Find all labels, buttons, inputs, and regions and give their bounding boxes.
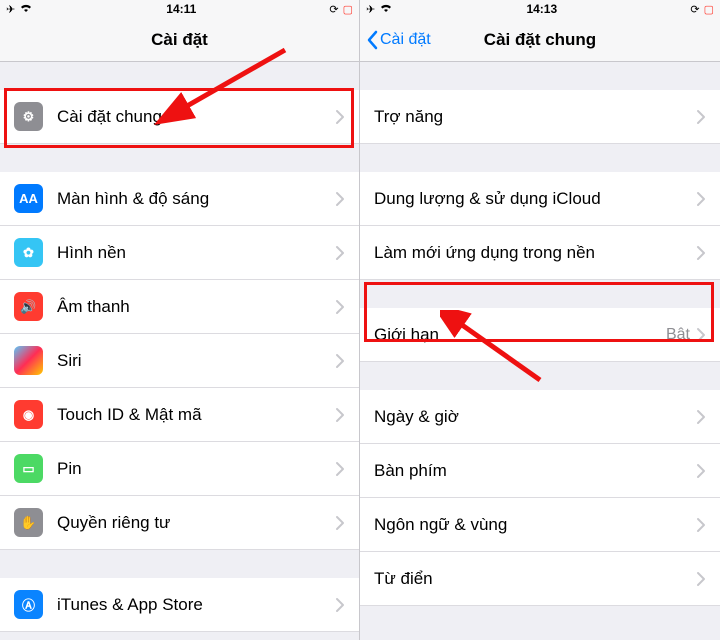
nav-bar: Cài đặt <box>0 18 359 62</box>
row-label: iTunes & App Store <box>57 595 335 615</box>
row-value: Bật <box>666 326 690 344</box>
section-gap <box>360 362 720 390</box>
pin-icon: ▭ <box>14 454 43 483</box>
general-row-language[interactable]: Ngôn ngữ & vùng <box>360 498 720 552</box>
row-label: Siri <box>57 351 335 371</box>
row-label: Hình nền <box>57 243 335 263</box>
general-list[interactable]: Trợ năng Dung lượng & sử dụng iCloud Làm m… <box>360 62 720 640</box>
section-gap <box>0 550 359 578</box>
siri-icon <box>14 346 43 375</box>
settings-row-general[interactable]: ⚙︎ Cài đặt chung <box>0 90 359 144</box>
general-row-storage[interactable]: Dung lượng & sử dụng iCloud <box>360 172 720 226</box>
chevron-right-icon <box>335 191 345 207</box>
chevron-right-icon <box>696 245 706 261</box>
row-label: Trợ năng <box>374 107 696 127</box>
section-gap <box>360 62 720 90</box>
settings-row-touchid[interactable]: ◉ Touch ID & Mật mã <box>0 388 359 442</box>
touchid-icon: ◉ <box>14 400 43 429</box>
wifi-icon <box>19 3 33 16</box>
chevron-right-icon <box>696 463 706 479</box>
general-settings-screen: ✈︎ 14:13 ⟳ ▢ Cài đặt Cài đặt chung Trợ n… <box>360 0 720 640</box>
back-button[interactable]: Cài đặt <box>360 30 431 50</box>
status-left: ✈︎ <box>6 3 33 16</box>
general-row-dictionary[interactable]: Từ điển <box>360 552 720 606</box>
general-row-datetime[interactable]: Ngày & giờ <box>360 390 720 444</box>
status-left: ✈︎ <box>366 3 393 16</box>
chevron-right-icon <box>335 353 345 369</box>
sound-icon: 🔊 <box>14 292 43 321</box>
appstore-icon: Ⓐ <box>14 590 43 619</box>
status-time: 14:13 <box>393 2 690 16</box>
chevron-left-icon <box>366 30 378 50</box>
chevron-right-icon <box>335 461 345 477</box>
general-row-accessibility[interactable]: Trợ năng <box>360 90 720 144</box>
chevron-right-icon <box>696 409 706 425</box>
row-label: Màn hình & độ sáng <box>57 189 335 209</box>
row-label: Cài đặt chung <box>57 107 335 127</box>
settings-list[interactable]: ⚙︎ Cài đặt chung AA Màn hình & độ sáng ✿ Hình… <box>0 62 359 640</box>
row-label: Pin <box>57 459 335 479</box>
page-title: Cài đặt <box>0 30 359 50</box>
privacy-icon: ✋ <box>14 508 43 537</box>
row-label: Âm thanh <box>57 297 335 317</box>
row-label: Bàn phím <box>374 461 696 481</box>
display-icon: AA <box>14 184 43 213</box>
status-bar: ✈︎ 14:11 ⟳ ▢ <box>0 0 359 18</box>
settings-row-appstore[interactable]: ⒶiTunes & App Store <box>0 578 359 632</box>
row-label: Làm mới ứng dụng trong nền <box>374 243 696 263</box>
chevron-right-icon <box>696 571 706 587</box>
settings-row-wallpaper[interactable]: ✿ Hình nền <box>0 226 359 280</box>
chevron-right-icon <box>696 109 706 125</box>
settings-row-privacy[interactable]: ✋ Quyền riêng tư <box>0 496 359 550</box>
general-row-bgrefresh[interactable]: Làm mới ứng dụng trong nền <box>360 226 720 280</box>
settings-row-sound[interactable]: 🔊 Âm thanh <box>0 280 359 334</box>
section-gap <box>0 144 359 172</box>
chevron-right-icon <box>335 597 345 613</box>
settings-row-display[interactable]: AA Màn hình & độ sáng <box>0 172 359 226</box>
back-label: Cài đặt <box>380 31 431 49</box>
wifi-icon <box>379 3 393 16</box>
chevron-right-icon <box>696 517 706 533</box>
battery-low-icon: ▢ <box>704 3 714 16</box>
settings-row-siri[interactable]: Siri <box>0 334 359 388</box>
section-gap <box>0 62 359 90</box>
chevron-right-icon <box>335 109 345 125</box>
row-label: Ngôn ngữ & vùng <box>374 515 696 535</box>
settings-screen: ✈︎ 14:11 ⟳ ▢ Cài đặt ⚙︎ Cài đặt chung AA Mà… <box>0 0 360 640</box>
section-gap <box>360 280 720 308</box>
chevron-right-icon <box>335 299 345 315</box>
orientation-lock-icon: ⟳ <box>690 3 699 16</box>
row-label: Quyền riêng tư <box>57 513 335 533</box>
row-label: Dung lượng & sử dụng iCloud <box>374 189 696 209</box>
row-label: Ngày & giờ <box>374 407 696 427</box>
settings-row-pin[interactable]: ▭ Pin <box>0 442 359 496</box>
chevron-right-icon <box>335 245 345 261</box>
status-bar: ✈︎ 14:13 ⟳ ▢ <box>360 0 720 18</box>
status-time: 14:11 <box>33 2 329 16</box>
row-label: Từ điển <box>374 569 696 589</box>
general-row-keyboard[interactable]: Bàn phím <box>360 444 720 498</box>
nav-bar: Cài đặt Cài đặt chung <box>360 18 720 62</box>
section-gap <box>360 144 720 172</box>
row-label: Touch ID & Mật mã <box>57 405 335 425</box>
row-label: Giới hạn <box>374 325 666 345</box>
airplane-icon: ✈︎ <box>6 3 15 16</box>
battery-low-icon: ▢ <box>343 3 353 16</box>
orientation-lock-icon: ⟳ <box>329 3 338 16</box>
chevron-right-icon <box>335 407 345 423</box>
status-right: ⟳ ▢ <box>690 3 714 16</box>
section-gap <box>0 632 359 640</box>
chevron-right-icon <box>696 327 706 343</box>
chevron-right-icon <box>335 515 345 531</box>
status-right: ⟳ ▢ <box>329 3 353 16</box>
general-row-restrictions[interactable]: Giới hạnBật <box>360 308 720 362</box>
wallpaper-icon: ✿ <box>14 238 43 267</box>
airplane-icon: ✈︎ <box>366 3 375 16</box>
chevron-right-icon <box>696 191 706 207</box>
general-icon: ⚙︎ <box>14 102 43 131</box>
